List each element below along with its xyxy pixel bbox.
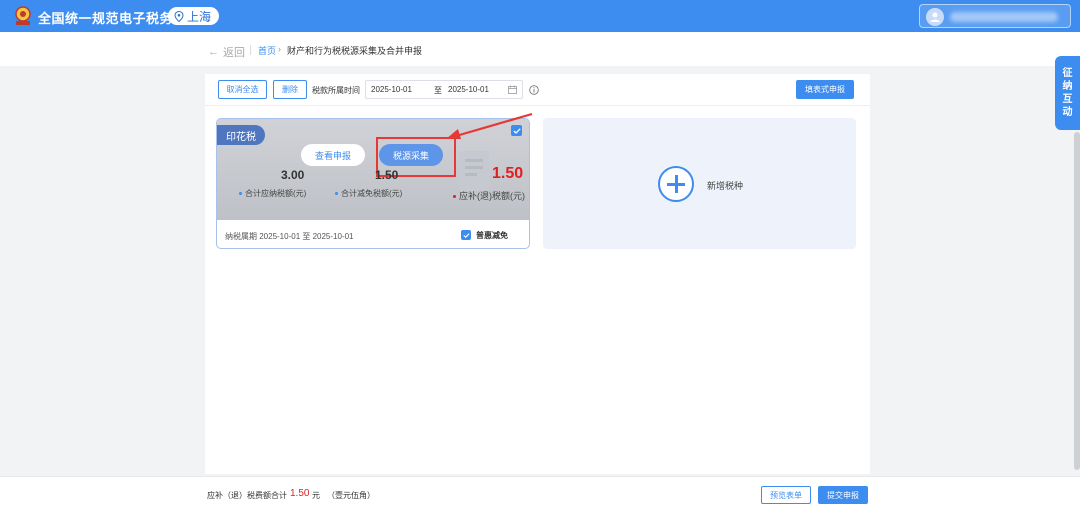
side-tab-char: 动	[1062, 107, 1073, 118]
scrollbar[interactable]	[1074, 132, 1080, 470]
total-payable-label: 合计应纳税额(元)	[239, 188, 306, 199]
preview-form-button[interactable]: 预览表单	[761, 486, 811, 504]
delete-button[interactable]: 删除	[273, 80, 307, 99]
red-dot-icon	[453, 195, 456, 199]
user-icon	[930, 12, 940, 22]
due-amount-value: 1.50	[492, 165, 524, 182]
user-name-redacted	[950, 12, 1058, 22]
submit-declaration-button[interactable]: 提交申报	[818, 486, 868, 504]
user-menu[interactable]	[919, 4, 1071, 28]
back-label: 返回	[223, 47, 245, 59]
check-icon	[462, 232, 470, 238]
tax-emblem-icon	[15, 6, 31, 25]
end-date[interactable]: 2025-10-01	[448, 85, 489, 94]
discount-checkbox[interactable]	[461, 230, 471, 240]
date-range-picker[interactable]: 2025-10-01 至 2025-10-01	[365, 80, 523, 99]
total-payable-value: 3.00	[281, 168, 305, 182]
location-pin-icon	[174, 10, 184, 22]
range-separator: 至	[434, 86, 442, 95]
view-declaration-button[interactable]: 查看申报	[301, 144, 365, 166]
region-label: 上海	[187, 9, 212, 24]
back-link[interactable]: ← 返回	[208, 44, 245, 60]
toolbar-divider	[205, 105, 870, 106]
tax-period: 纳税属期 2025-10-01 至 2025-10-01	[225, 232, 354, 241]
arrow-left-icon: ←	[208, 46, 219, 58]
red-arrow-annotation	[446, 112, 533, 139]
total-relief-value: 1.50	[375, 168, 399, 182]
blue-dot-icon	[335, 192, 338, 196]
top-bar: 全国统一规范电子税务局 上海	[0, 0, 1080, 32]
fill-form-declare-button[interactable]: 填表式申报	[796, 80, 854, 99]
region-selector[interactable]: 上海	[168, 7, 220, 25]
breadcrumb-home[interactable]: 首页	[258, 44, 276, 57]
site-title: 全国统一规范电子税务局	[38, 11, 187, 26]
calendar-icon[interactable]	[508, 85, 517, 94]
deselect-all-button[interactable]: 取消全选	[218, 80, 267, 99]
side-tab-char: 互	[1062, 94, 1073, 105]
breadcrumb: ← 返回 首页 › 财产和行为税税源采集及合并申报	[0, 32, 1080, 66]
total-label: 应补（退）税费额合计	[207, 491, 287, 500]
blue-dot-icon	[239, 192, 242, 196]
add-tax-type-card[interactable]: 新增税种	[543, 118, 856, 249]
side-tab-char: 征	[1062, 68, 1073, 79]
discount-label: 普惠减免	[476, 231, 508, 240]
period-label: 税款所属时间	[312, 86, 360, 95]
total-unit: 元	[312, 491, 320, 500]
breadcrumb-current: 财产和行为税税源采集及合并申报	[287, 46, 423, 56]
footer-bar: 应补（退）税费额合计 1.50 元 （壹元伍角） 预览表单 提交申报	[0, 476, 1080, 512]
avatar	[926, 8, 944, 26]
total-amount-words: （壹元伍角）	[327, 491, 375, 500]
interaction-side-tab[interactable]: 征 纳 互 动	[1055, 56, 1080, 130]
tax-type-tag: 印花税	[217, 125, 265, 145]
side-tab-char: 纳	[1062, 81, 1073, 92]
due-amount-label: 应补(退)税额(元)	[453, 189, 525, 202]
total-amount: 1.50	[290, 488, 310, 499]
breadcrumb-separator: ›	[278, 44, 281, 54]
plus-icon[interactable]	[658, 166, 694, 202]
add-tax-type-label: 新增税种	[707, 181, 744, 191]
total-relief-label: 合计减免税额(元)	[335, 188, 402, 199]
divider	[250, 45, 251, 55]
start-date[interactable]: 2025-10-01	[371, 85, 412, 94]
info-icon[interactable]	[529, 85, 539, 95]
